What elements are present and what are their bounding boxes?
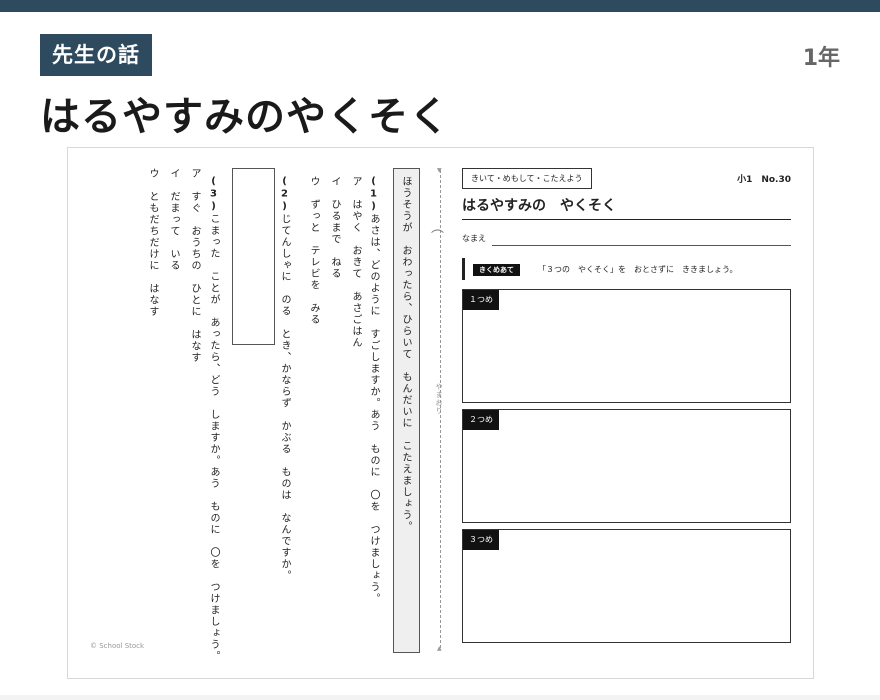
q1-option-a[interactable]: ア はやく おきて あさごはん [350,176,361,349]
q1-option-c-text: ずっと テレビを みる [308,199,319,326]
memo-box-3-label: ３つめ [463,530,499,550]
instruction-text: ほうそうが おわったら、ひらいて もんだいに こたえましょう。 [400,176,411,533]
q3-option-c-text: ともだちだけに はなす [147,191,158,318]
page-title: はるやすみのやくそく [40,94,450,140]
q1-option-c-mark: ウ [308,176,319,188]
fold-arrow-bottom-icon: ▲ [437,645,442,652]
fold-label: やまおり [435,383,443,415]
q3-option-c[interactable]: ウ ともだちだけに はなす [147,168,158,318]
category-tag: 先生の話 [40,34,152,76]
name-label: なまえ [462,234,486,243]
title-rule [462,219,791,220]
worksheet-tag: きいて・めもして・こたえよう [462,168,592,189]
memo-box-1-label: １つめ [463,290,499,310]
question-2-text: じてんしゃに のる とき、かならず かぶる ものは なんですか。 [279,213,290,582]
q1-option-b[interactable]: イ ひるまで ねる [329,176,340,280]
grade-label: 1年 [802,46,840,71]
question-3-text: こまった ことが あったら、どう しますか。あう ものに 〇を つけましょう。 [208,213,219,663]
goal-text: 「３つの やくそく」を おとさずに ききましょう。 [538,265,738,274]
q3-option-a[interactable]: ア すぐ おうちの ひとに はなす [189,168,200,364]
copyright-footer: © School Stock [90,642,145,650]
name-field[interactable] [492,245,791,246]
question-1-text: あさは、どのように すごしますか。あう ものに 〇を つけましょう。 [368,213,379,605]
q1-option-a-text: はやく おきて あさごはん [350,199,361,349]
question-3-label: (3) [208,176,219,214]
q3-option-a-text: すぐ おうちの ひとに はなす [189,191,200,364]
question-2: (2)じてんしゃに のる とき、かならず かぶる ものは なんですか。 [279,176,290,582]
worksheet-number: 小1 No.30 [737,175,791,185]
goal-bar [462,258,465,280]
top-bar [0,0,880,12]
goal-badge: きくめあて [473,264,520,276]
memo-box-3[interactable]: ３つめ [462,529,791,643]
q1-option-a-mark: ア [350,176,361,188]
memo-box-2[interactable]: ２つめ [462,409,791,523]
q1-option-b-mark: イ [329,176,340,188]
q2-answer-box[interactable] [232,168,275,345]
q3-option-b[interactable]: イ だまって いる [168,168,179,272]
worksheet: ほうそうが おわったら、ひらいて もんだいに こたえましょう。 (1)あさは、ど… [67,147,814,679]
q3-option-b-mark: イ [168,168,179,180]
memo-box-1[interactable]: １つめ [462,289,791,403]
question-1-label: (1) [368,176,379,214]
fold-arrow-top-icon: ▼ [437,167,442,174]
q3-option-a-mark: ア [189,168,200,180]
question-3: (3)こまった ことが あったら、どう しますか。あう ものに 〇を つけましょ… [208,176,219,663]
question-2-label: (2) [279,176,290,214]
q1-option-b-text: ひるまで ねる [329,199,340,280]
q3-option-b-text: だまって いる [168,191,179,272]
q1-option-c[interactable]: ウ ずっと テレビを みる [308,176,319,326]
question-1: (1)あさは、どのように すごしますか。あう ものに 〇を つけましょう。 [368,176,379,605]
q3-option-c-mark: ウ [147,168,158,180]
memo-box-2-label: ２つめ [463,410,499,430]
fold-curve-icon: ⌒ [431,230,445,245]
worksheet-title: はるやすみの やくそく [462,198,616,214]
